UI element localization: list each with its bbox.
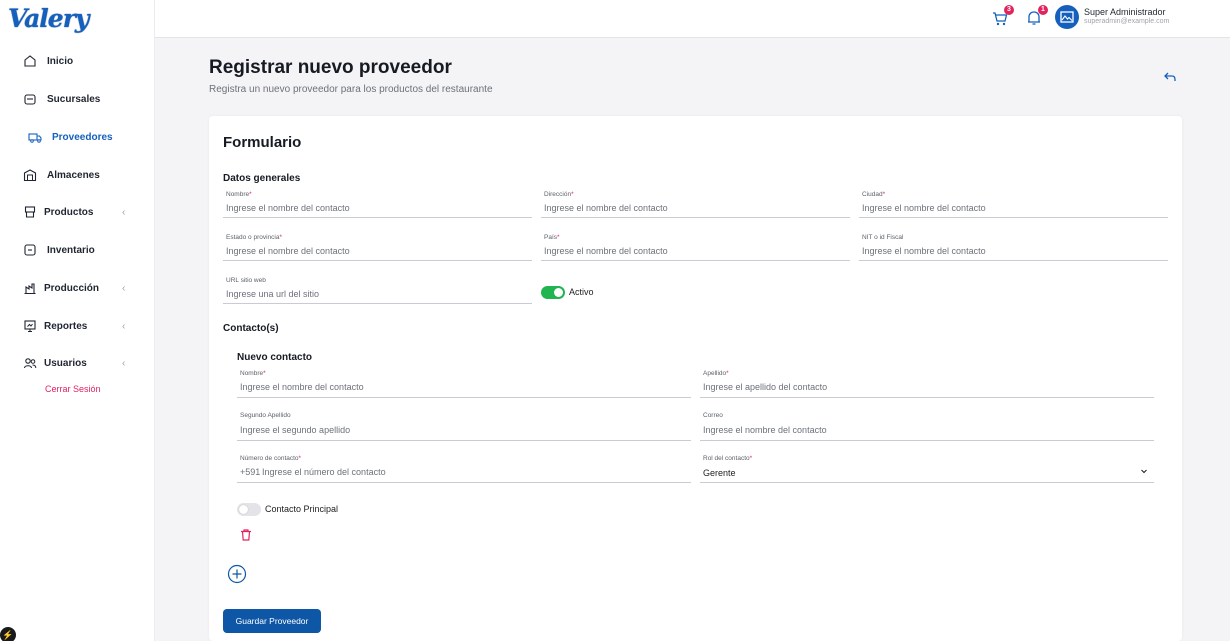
sidebar-item-label: Producción	[44, 282, 100, 294]
pais-input[interactable]	[541, 245, 850, 261]
contact-apellido-input[interactable]	[700, 381, 1154, 398]
pais-label: País*	[544, 234, 560, 241]
add-contact-icon[interactable]	[227, 564, 247, 584]
direccion-input[interactable]	[541, 202, 850, 218]
truck-icon	[28, 133, 42, 143]
contact-segundo-apellido-label: Segundo Apellido	[240, 412, 291, 419]
cart-badge: 3	[1004, 5, 1014, 15]
sidebar-item-inicio[interactable]: Inicio	[0, 46, 155, 76]
store-icon	[24, 94, 36, 105]
ciudad-input[interactable]	[859, 202, 1168, 218]
bolt-icon[interactable]: ⚡	[0, 627, 16, 641]
sidebar-item-label: Productos	[44, 206, 94, 218]
sidebar-item-usuarios[interactable]: Usuarios ‹	[0, 348, 155, 378]
sidebar-item-label: Inventario	[47, 244, 95, 256]
sidebar: Valery Inicio Sucursales Proveedores Alm…	[0, 0, 155, 641]
trash-icon[interactable]	[239, 528, 253, 542]
sidebar-item-label: Inicio	[47, 55, 74, 67]
form-card: Formulario Datos generales Nombre* Direc…	[209, 116, 1182, 641]
new-contact-title: Nuevo contacto	[237, 352, 313, 363]
contacts-section-title: Contacto(s)	[223, 323, 279, 334]
chevron-left-icon: ‹	[122, 282, 126, 294]
sidebar-item-label: Reportes	[44, 320, 88, 332]
warehouse-icon	[23, 169, 37, 182]
chevron-left-icon: ‹	[122, 357, 126, 369]
direccion-label: Dirección*	[544, 191, 574, 198]
toggle-knob	[554, 288, 563, 297]
page-title: Registrar nuevo proveedor	[209, 57, 452, 78]
form-title: Formulario	[223, 134, 302, 151]
activo-toggle[interactable]	[541, 286, 565, 299]
contact-telefono-label: Número de contacto*	[240, 455, 302, 462]
principal-toggle[interactable]	[237, 503, 261, 516]
estado-input[interactable]	[223, 245, 532, 261]
contact-correo-input[interactable]	[700, 424, 1154, 441]
principal-label: Contacto Principal	[265, 504, 339, 514]
chevron-left-icon: ‹	[122, 206, 126, 218]
general-section-title: Datos generales	[223, 173, 301, 184]
inventory-icon	[24, 244, 36, 256]
activo-label: Activo	[569, 287, 594, 297]
box-icon	[24, 206, 36, 218]
ciudad-label: Ciudad*	[862, 191, 886, 198]
cart-button[interactable]: 3	[991, 5, 1014, 27]
url-label: URL sitio web	[226, 277, 266, 284]
toggle-knob	[239, 505, 248, 514]
contact-rol-label: Rol del contacto*	[703, 455, 753, 462]
sidebar-item-label: Usuarios	[44, 357, 87, 369]
sidebar-item-proveedores[interactable]: Proveedores	[0, 122, 155, 152]
sidebar-item-label: Almacenes	[47, 169, 100, 181]
sidebar-item-inventario[interactable]: Inventario	[0, 235, 155, 265]
sidebar-item-reportes[interactable]: Reportes ‹	[0, 311, 155, 341]
back-arrow-icon[interactable]	[1163, 70, 1177, 84]
user-name: Super Administrador	[1084, 7, 1166, 17]
contact-telefono-input[interactable]	[237, 466, 691, 483]
user-email: superadmin@example.com	[1084, 18, 1170, 25]
home-icon	[24, 55, 36, 67]
chevron-down-icon	[1141, 469, 1147, 474]
nit-label: NIT o id Fiscal	[862, 234, 904, 241]
contact-nombre-input[interactable]	[237, 381, 691, 398]
image-icon	[1060, 11, 1074, 23]
nombre-label: Nombre*	[226, 191, 252, 198]
avatar[interactable]	[1055, 5, 1079, 29]
users-icon	[23, 358, 37, 369]
contact-apellido-label: Apellido*	[703, 370, 729, 377]
nombre-input[interactable]	[223, 202, 532, 218]
app-logo[interactable]: Valery	[8, 4, 89, 33]
url-input[interactable]	[223, 288, 532, 304]
sidebar-item-label: Sucursales	[47, 93, 101, 105]
report-icon	[24, 320, 36, 332]
save-supplier-button[interactable]: Guardar Proveedor	[223, 609, 321, 633]
notifications-button[interactable]: 1	[1025, 5, 1048, 27]
logout-link[interactable]: Cerrar Sesión	[45, 384, 101, 394]
topbar: 3 1 Super Administrador superadmin@examp…	[155, 0, 1230, 38]
nit-input[interactable]	[859, 245, 1168, 261]
page-subtitle: Registra un nuevo proveedor para los pro…	[209, 84, 493, 95]
notifications-badge: 1	[1038, 5, 1048, 15]
sidebar-item-almacenes[interactable]: Almacenes	[0, 160, 155, 190]
contact-nombre-label: Nombre*	[240, 370, 266, 377]
sidebar-item-produccion[interactable]: Producción ‹	[0, 273, 155, 303]
chevron-left-icon: ‹	[122, 320, 126, 332]
contact-correo-label: Correo	[703, 412, 723, 419]
contact-rol-select[interactable]: Gerente	[700, 466, 1154, 483]
contact-segundo-apellido-input[interactable]	[237, 424, 691, 441]
contact-rol-value: Gerente	[703, 468, 736, 478]
sidebar-item-label: Proveedores	[52, 131, 113, 143]
estado-label: Estado o provincia*	[226, 234, 283, 241]
sidebar-item-productos[interactable]: Productos ‹	[0, 197, 155, 227]
sidebar-item-sucursales[interactable]: Sucursales	[0, 84, 155, 114]
factory-icon	[24, 283, 36, 295]
